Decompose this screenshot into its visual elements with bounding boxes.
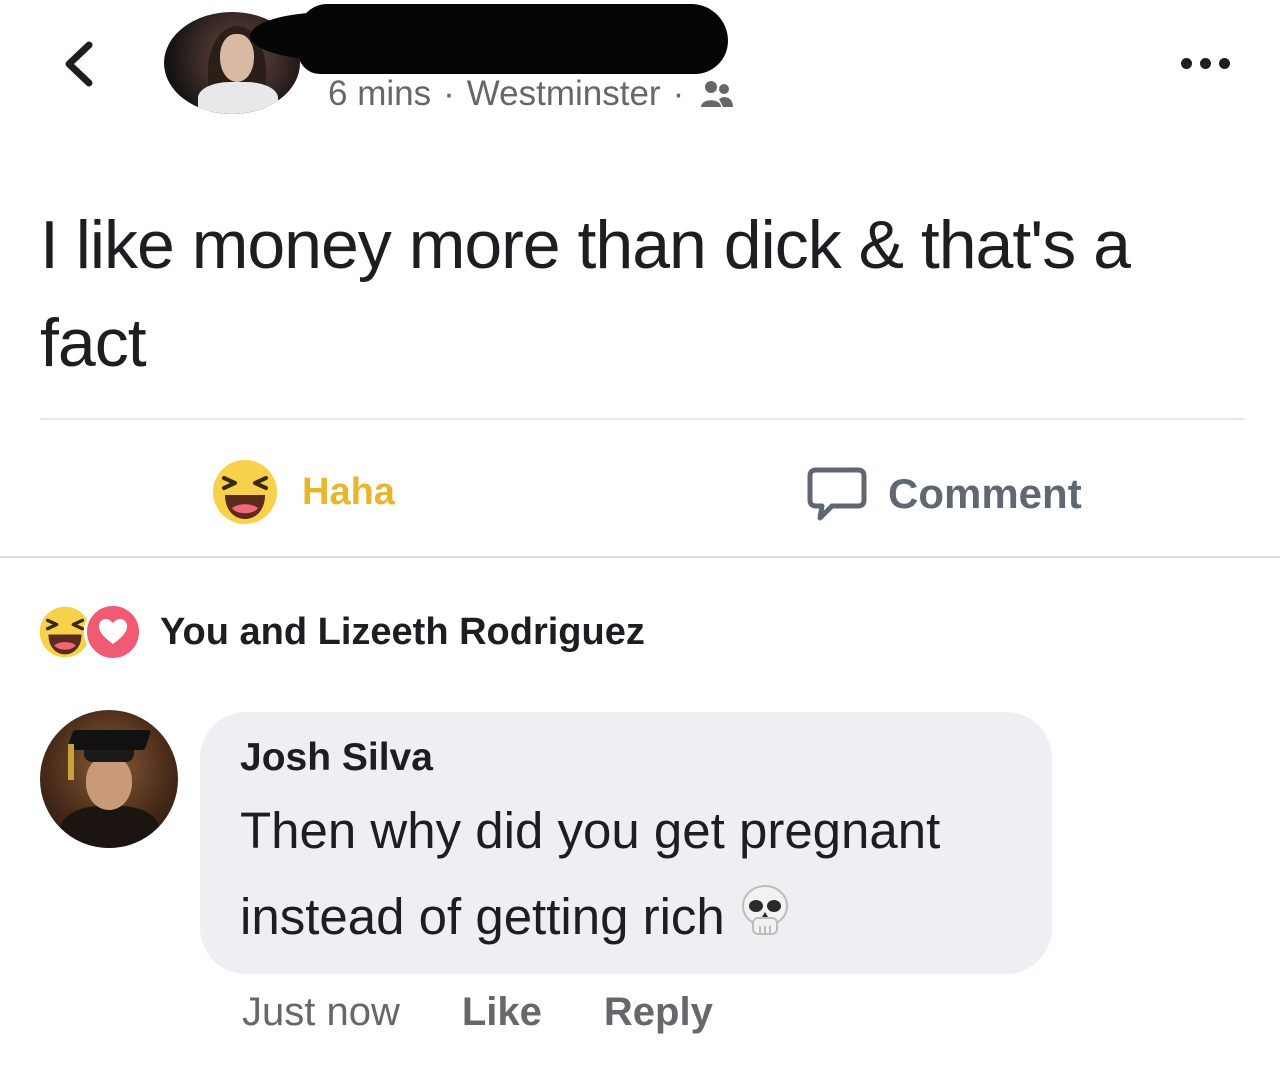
comment-actions: Just now Like Reply [242, 984, 713, 1040]
post-text: I like money more than dick & that's a f… [40, 207, 1131, 381]
post-meta: 6 mins · Westminster · [328, 72, 734, 116]
comment-reply-button[interactable]: Reply [604, 990, 713, 1035]
skull-emoji-icon [739, 878, 791, 964]
reaction-icons [36, 603, 142, 661]
divider [40, 418, 1244, 420]
comment-text: Then why did you get pregnant instead of… [240, 788, 1040, 964]
name-redaction-mark [298, 4, 728, 74]
reactions-summary-text: You and Lizeeth Rodriguez [160, 610, 645, 653]
more-options-button[interactable] [1172, 46, 1238, 80]
comment-button[interactable]: Comment [806, 460, 1082, 528]
haha-reaction-button[interactable]: Haha [210, 454, 395, 530]
speech-bubble-icon [807, 467, 867, 521]
comment-like-button[interactable]: Like [462, 990, 542, 1035]
comment-label: Comment [888, 470, 1082, 517]
reactions-summary[interactable]: You and Lizeeth Rodriguez [36, 596, 645, 668]
more-dot [1180, 57, 1192, 69]
friends-icon[interactable] [700, 79, 734, 109]
chevron-left-icon [65, 41, 93, 87]
comment-author[interactable]: Josh Silva [240, 736, 433, 780]
back-button[interactable] [52, 34, 106, 94]
commenter-avatar[interactable] [40, 710, 178, 848]
love-heart-icon [84, 603, 142, 661]
post-location[interactable]: Westminster [467, 74, 661, 114]
post-timestamp[interactable]: 6 mins [328, 74, 431, 114]
more-dot [1218, 57, 1230, 69]
haha-label: Haha [302, 470, 395, 513]
haha-emoji-icon [213, 460, 277, 524]
comment-timestamp[interactable]: Just now [242, 990, 400, 1035]
meta-separator: · [672, 74, 685, 113]
meta-separator: · [443, 74, 455, 113]
more-dot [1199, 57, 1211, 69]
divider [0, 556, 1280, 558]
comment-body: Then why did you get pregnant instead of… [240, 802, 941, 945]
